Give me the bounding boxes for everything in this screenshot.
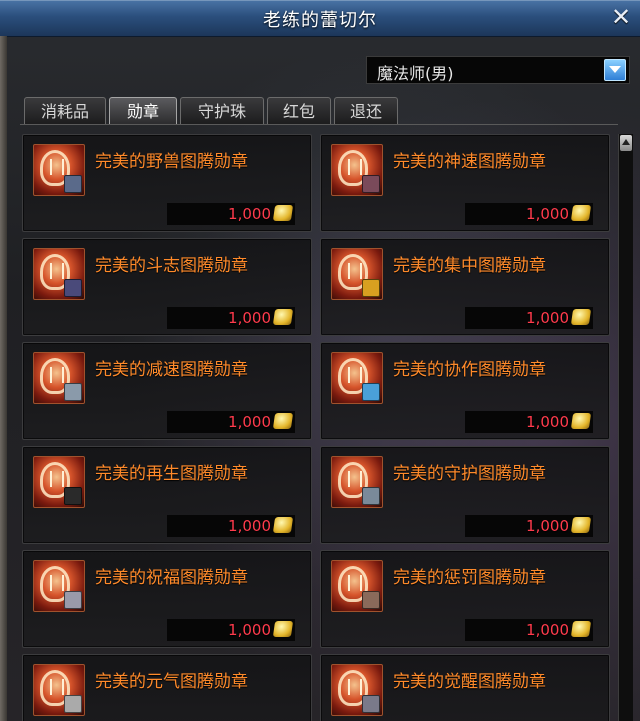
- medal-badge-icon: [362, 591, 380, 609]
- medal-icon[interactable]: [331, 560, 383, 612]
- shop-item-card[interactable]: 完美的减速图腾勋章 1,000: [22, 342, 312, 440]
- tab-divider: [20, 124, 618, 125]
- item-grid: 完美的野兽图腾勋章 1,000 完美的神速图腾勋章 1,000 完美的斗志图腾勋章 1,0…: [22, 134, 618, 721]
- medal-icon[interactable]: [33, 560, 85, 612]
- gold-coin-icon: [570, 205, 592, 221]
- close-icon[interactable]: ✕: [608, 4, 634, 30]
- medal-badge-icon: [64, 383, 82, 401]
- price-field: 1,000: [465, 619, 593, 641]
- gold-coin-icon: [272, 309, 294, 325]
- medal-badge-icon: [64, 487, 82, 505]
- window-titlebar[interactable]: 老练的蕾切尔 ✕: [0, 0, 640, 37]
- medal-icon[interactable]: [33, 144, 85, 196]
- shop-item-card[interactable]: 完美的神速图腾勋章 1,000: [320, 134, 610, 232]
- gold-coin-icon: [570, 309, 592, 325]
- class-dropdown-value: 魔法师(男): [377, 64, 454, 83]
- medal-badge-icon: [64, 591, 82, 609]
- medal-badge-icon: [64, 695, 82, 713]
- item-name: 完美的神速图腾勋章: [393, 152, 546, 172]
- price-field: 1,000: [465, 203, 593, 225]
- item-name: 完美的野兽图腾勋章: [95, 152, 248, 172]
- item-name: 完美的元气图腾勋章: [95, 672, 248, 692]
- item-price: 1,000: [526, 517, 569, 535]
- class-dropdown[interactable]: 魔法师(男): [366, 56, 630, 84]
- price-field: 1,000: [167, 619, 295, 641]
- price-field: 1,000: [167, 307, 295, 329]
- window-frame: [0, 36, 7, 721]
- gold-coin-icon: [272, 205, 294, 221]
- scrollbar[interactable]: [618, 134, 633, 721]
- gold-coin-icon: [272, 517, 294, 533]
- item-name: 完美的再生图腾勋章: [95, 464, 248, 484]
- gold-coin-icon: [570, 413, 592, 429]
- medal-badge-icon: [362, 487, 380, 505]
- item-name: 完美的守护图腾勋章: [393, 464, 546, 484]
- medal-badge-icon: [362, 175, 380, 193]
- tab-refund[interactable]: 退还: [334, 97, 398, 125]
- item-name: 完美的惩罚图腾勋章: [393, 568, 546, 588]
- item-price: 1,000: [526, 413, 569, 431]
- tab-red-envelope[interactable]: 红包: [267, 97, 331, 125]
- gold-coin-icon: [272, 413, 294, 429]
- gold-coin-icon: [570, 621, 592, 637]
- price-field: 1,000: [167, 515, 295, 537]
- item-price: 1,000: [228, 205, 271, 223]
- medal-icon[interactable]: [331, 456, 383, 508]
- item-price: 1,000: [526, 621, 569, 639]
- medal-icon[interactable]: [33, 248, 85, 300]
- tab-medals[interactable]: 勋章: [109, 97, 177, 125]
- shop-item-card[interactable]: 完美的惩罚图腾勋章 1,000: [320, 550, 610, 648]
- medal-badge-icon: [362, 383, 380, 401]
- item-price: 1,000: [228, 413, 271, 431]
- shop-item-card[interactable]: 完美的再生图腾勋章 1,000: [22, 446, 312, 544]
- item-name: 完美的协作图腾勋章: [393, 360, 546, 380]
- item-name: 完美的觉醒图腾勋章: [393, 672, 546, 692]
- shop-item-card[interactable]: 完美的协作图腾勋章 1,000: [320, 342, 610, 440]
- price-field: 1,000: [465, 515, 593, 537]
- item-price: 1,000: [526, 309, 569, 327]
- item-name: 完美的集中图腾勋章: [393, 256, 546, 276]
- tab-guard-beads[interactable]: 守护珠: [180, 97, 264, 125]
- gold-coin-icon: [570, 517, 592, 533]
- medal-icon[interactable]: [33, 664, 85, 716]
- medal-icon[interactable]: [331, 144, 383, 196]
- shop-item-card[interactable]: 完美的集中图腾勋章 1,000: [320, 238, 610, 336]
- item-price: 1,000: [526, 205, 569, 223]
- item-price: 1,000: [228, 621, 271, 639]
- medal-badge-icon: [64, 175, 82, 193]
- shop-item-card[interactable]: 完美的元气图腾勋章1,000: [22, 654, 312, 721]
- gold-coin-icon: [272, 621, 294, 637]
- medal-icon[interactable]: [33, 352, 85, 404]
- window-title: 老练的蕾切尔: [263, 10, 377, 31]
- medal-icon[interactable]: [33, 456, 85, 508]
- tab-consumables[interactable]: 消耗品: [24, 97, 106, 125]
- item-price: 1,000: [228, 517, 271, 535]
- medal-icon[interactable]: [331, 664, 383, 716]
- chevron-down-icon[interactable]: [604, 59, 626, 81]
- medal-badge-icon: [64, 279, 82, 297]
- shop-item-card[interactable]: 完美的野兽图腾勋章 1,000: [22, 134, 312, 232]
- price-field: 1,000: [465, 411, 593, 433]
- price-field: 1,000: [465, 307, 593, 329]
- item-name: 完美的祝福图腾勋章: [95, 568, 248, 588]
- scroll-up-arrow-icon[interactable]: [620, 135, 632, 151]
- medal-badge-icon: [362, 695, 380, 713]
- shop-item-card[interactable]: 完美的守护图腾勋章 1,000: [320, 446, 610, 544]
- shop-item-card[interactable]: 完美的觉醒图腾勋章1,000: [320, 654, 610, 721]
- item-name: 完美的减速图腾勋章: [95, 360, 248, 380]
- item-name: 完美的斗志图腾勋章: [95, 256, 248, 276]
- medal-icon[interactable]: [331, 352, 383, 404]
- price-field: 1,000: [167, 203, 295, 225]
- medal-icon[interactable]: [331, 248, 383, 300]
- item-price: 1,000: [228, 309, 271, 327]
- shop-item-card[interactable]: 完美的祝福图腾勋章 1,000: [22, 550, 312, 648]
- medal-badge-icon: [362, 279, 380, 297]
- price-field: 1,000: [167, 411, 295, 433]
- shop-item-card[interactable]: 完美的斗志图腾勋章 1,000: [22, 238, 312, 336]
